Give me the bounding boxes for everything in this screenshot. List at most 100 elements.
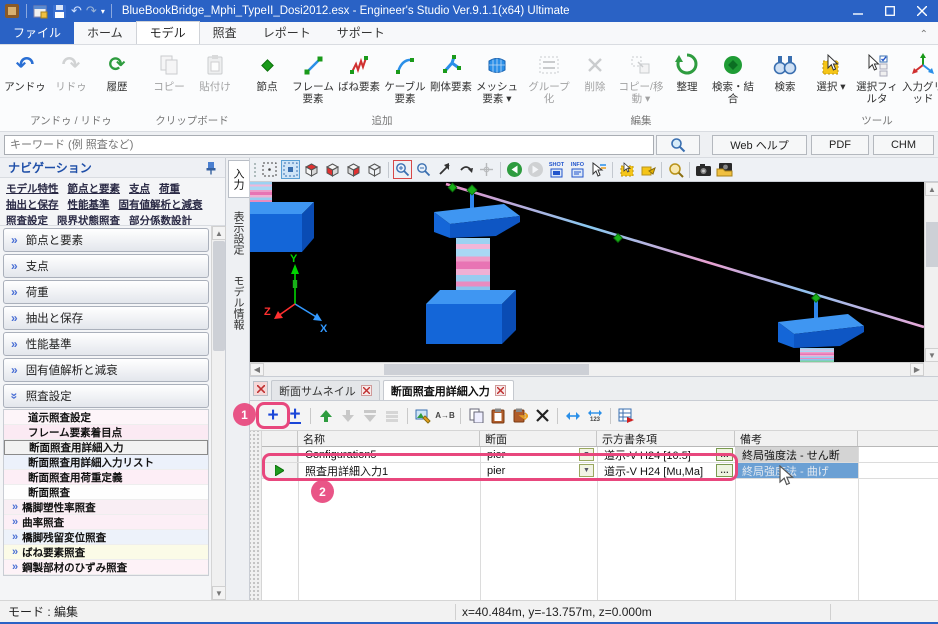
- select-window-icon[interactable]: [617, 160, 636, 179]
- tab-close-icon[interactable]: [361, 385, 372, 396]
- viewport-horizontal-scrollbar[interactable]: ◀ ▶: [250, 362, 924, 376]
- nav-link-eigen[interactable]: 固有値解析と減衰: [119, 197, 203, 212]
- nav-link-loads[interactable]: 荷重: [159, 181, 180, 196]
- fit-column-button[interactable]: [563, 406, 583, 426]
- redo-button[interactable]: ↷リドゥ: [48, 47, 94, 94]
- scroll-down-icon[interactable]: ▼: [925, 348, 938, 362]
- nav-item-section-check[interactable]: 断面照査: [4, 485, 208, 500]
- select-filter-button[interactable]: 選択フィルタ: [854, 47, 900, 105]
- view-wireframe-icon[interactable]: [365, 160, 384, 179]
- nav-link-model-props[interactable]: モデル特性: [6, 181, 59, 196]
- view-side-icon[interactable]: [344, 160, 363, 179]
- tab-section-check-detail-input[interactable]: 断面照査用詳細入力: [383, 380, 514, 400]
- view-forward-icon[interactable]: [526, 160, 545, 179]
- add-mesh-element-button[interactable]: メッシュ要素 ▾: [474, 47, 520, 105]
- cell-note-selected[interactable]: 終局強度法 - 曲げ: [735, 463, 858, 478]
- section-eigen-damping[interactable]: »固有値解析と減衰: [3, 358, 209, 382]
- scroll-up-icon[interactable]: ▲: [212, 226, 226, 240]
- organize-button[interactable]: 整理: [664, 47, 710, 94]
- tab-check[interactable]: 照査: [200, 21, 250, 44]
- section-supports[interactable]: »支点: [3, 254, 209, 278]
- nav-section-pier-ductility-check[interactable]: »橋脚塑性率照査: [4, 500, 208, 515]
- header-clause[interactable]: 示方書条項: [597, 431, 735, 446]
- tab-support[interactable]: サポート: [324, 21, 398, 44]
- nav-item-section-check-load-definition[interactable]: 断面照査用荷重定義: [4, 470, 208, 485]
- probe-icon[interactable]: [589, 160, 608, 179]
- section-check-settings[interactable]: »照査設定: [3, 384, 209, 408]
- nav-section-curvature-check[interactable]: »曲率照査: [4, 515, 208, 530]
- rename-button[interactable]: A→B: [435, 406, 455, 426]
- scroll-right-icon[interactable]: ▶: [910, 363, 924, 376]
- history-button[interactable]: ⟳履歴: [94, 47, 140, 94]
- undo-button[interactable]: ↶アンドゥ: [2, 47, 48, 94]
- search-go-button[interactable]: [656, 135, 700, 155]
- snapshot-save-icon[interactable]: [715, 160, 734, 179]
- open-icon[interactable]: [33, 4, 48, 19]
- nav-link-check-settings[interactable]: 照査設定: [6, 213, 48, 226]
- info-icon[interactable]: INFO: [568, 160, 587, 179]
- nav-item-section-check-detail-input[interactable]: 断面照査用詳細入力: [4, 440, 208, 455]
- add-cable-element-button[interactable]: ケーブル要素: [382, 47, 428, 105]
- qat-dropdown-icon[interactable]: ▾: [101, 7, 105, 16]
- scroll-down-icon[interactable]: ▼: [212, 586, 226, 600]
- toolbar-grip[interactable]: [252, 161, 258, 179]
- delete-button[interactable]: 削除: [572, 47, 618, 94]
- zoom-window-icon[interactable]: [666, 160, 685, 179]
- nav-section-pier-residual-displacement-check[interactable]: »橋脚残留変位照査: [4, 530, 208, 545]
- view-front-icon[interactable]: [323, 160, 342, 179]
- pan-icon[interactable]: [477, 160, 496, 179]
- tab-file[interactable]: ファイル: [0, 21, 74, 44]
- nav-item-section-check-detail-input-list[interactable]: 断面照査用詳細入力リスト: [4, 455, 208, 470]
- copy-row-button[interactable]: [466, 406, 486, 426]
- section-extract-save[interactable]: »抽出と保存: [3, 306, 209, 330]
- tab-home[interactable]: ホーム: [74, 21, 136, 44]
- zoom-in-icon[interactable]: [393, 160, 412, 179]
- tab-report[interactable]: レポート: [250, 21, 324, 44]
- orbit-icon[interactable]: [456, 160, 475, 179]
- model-3d-viewport[interactable]: Y X Z: [250, 182, 924, 362]
- header-section[interactable]: 断面: [480, 431, 597, 446]
- shot-icon[interactable]: SHOT: [547, 160, 566, 179]
- scrollbar-thumb[interactable]: [213, 241, 225, 351]
- move-top-button[interactable]: [316, 406, 336, 426]
- view-iso-icon[interactable]: [302, 160, 321, 179]
- delete-row-button[interactable]: [532, 406, 552, 426]
- scroll-left-icon[interactable]: ◀: [250, 363, 264, 376]
- undo-icon[interactable]: ↶: [71, 3, 82, 19]
- input-grid-button[interactable]: 入力グリッド: [900, 47, 938, 105]
- scrollbar-thumb[interactable]: [926, 222, 938, 267]
- nav-item-dousi-check-settings[interactable]: 道示照査設定: [4, 410, 208, 425]
- chm-help-button[interactable]: CHM: [873, 135, 934, 155]
- nav-link-limit-state[interactable]: 限界状態照査: [57, 213, 120, 226]
- web-help-button[interactable]: Web ヘルプ: [712, 135, 807, 155]
- pdf-help-button[interactable]: PDF: [811, 135, 869, 155]
- minimize-button[interactable]: [842, 0, 874, 22]
- export-table-button[interactable]: [616, 406, 636, 426]
- add-node-button[interactable]: 節点: [244, 47, 290, 94]
- nav-section-steel-strain-check[interactable]: »鋼製部材のひずみ照査: [4, 560, 208, 575]
- panel-close-icon[interactable]: [253, 381, 268, 396]
- nav-link-performance[interactable]: 性能基準: [68, 197, 110, 212]
- tab-close-icon[interactable]: [495, 385, 506, 396]
- select-button[interactable]: 選択 ▾: [808, 47, 854, 94]
- zoom-out-icon[interactable]: [414, 160, 433, 179]
- add-spring-element-button[interactable]: ばね要素: [336, 47, 382, 94]
- cell-note[interactable]: 終局強度法 - せん断: [735, 447, 858, 462]
- zoom-extents-icon[interactable]: [435, 160, 454, 179]
- nav-link-nodes-elements[interactable]: 節点と要素: [68, 181, 121, 196]
- side-tab-display-settings[interactable]: 表示設定: [228, 204, 249, 262]
- ribbon-collapse-icon[interactable]: ⌃: [920, 29, 928, 44]
- save-icon[interactable]: [52, 4, 67, 19]
- keyword-search-input[interactable]: [4, 135, 654, 155]
- move-down-button[interactable]: [338, 406, 358, 426]
- copy-move-button[interactable]: コピー/移動 ▾: [618, 47, 664, 105]
- fit-view-icon[interactable]: [281, 160, 300, 179]
- nav-link-extract-save[interactable]: 抽出と保存: [6, 197, 59, 212]
- side-tab-model-info[interactable]: モデル情報: [228, 268, 249, 337]
- section-performance[interactable]: »性能基準: [3, 332, 209, 356]
- section-nodes-elements[interactable]: »節点と要素: [3, 228, 209, 252]
- side-tab-input[interactable]: 入力: [228, 160, 249, 198]
- nav-item-frame-element-points[interactable]: フレーム要素着目点: [4, 425, 208, 440]
- redo-icon[interactable]: ↷: [86, 3, 97, 19]
- snapshot-icon[interactable]: [694, 160, 713, 179]
